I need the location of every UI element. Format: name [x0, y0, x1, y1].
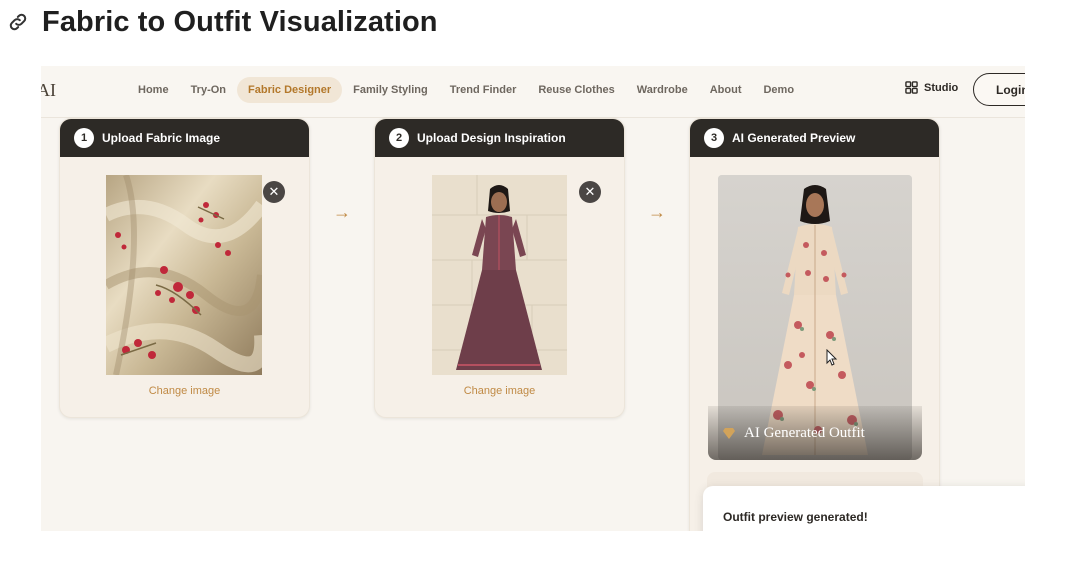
doc-heading: Fabric to Outfit Visualization: [4, 2, 438, 42]
step-card-preview: 3 AI Generated Preview AI Generated Outf…: [689, 118, 940, 531]
nav-link-about[interactable]: About: [699, 77, 753, 103]
nav-link-try-on[interactable]: Try-On: [180, 77, 237, 103]
app-screenshot: AI Home Try-On Fabric Designer Family St…: [41, 66, 1025, 531]
toast-notification: Outfit preview generated!: [703, 486, 1025, 531]
logo[interactable]: AI: [41, 80, 56, 101]
change-image-link[interactable]: Change image: [375, 385, 624, 397]
step-number: 1: [74, 128, 94, 148]
step-card-fabric: 1 Upload Fabric Image Change image: [59, 118, 310, 418]
step-header: 1 Upload Fabric Image: [60, 119, 309, 157]
nav-link-home[interactable]: Home: [127, 77, 180, 103]
toast-message: Outfit preview generated!: [723, 510, 868, 524]
step-title: Upload Design Inspiration: [417, 131, 566, 145]
nav-link-demo[interactable]: Demo: [752, 77, 805, 103]
page-title: Fabric to Outfit Visualization: [42, 5, 438, 38]
nav-link-family-styling[interactable]: Family Styling: [342, 77, 439, 103]
design-image[interactable]: [432, 175, 567, 375]
step-title: AI Generated Preview: [732, 131, 856, 145]
step-card-design: 2 Upload Design Inspiration Change image: [374, 118, 625, 418]
step-header: 2 Upload Design Inspiration: [375, 119, 624, 157]
overlay-label: AI Generated Outfit: [744, 424, 865, 441]
arrow-right-icon: →: [333, 202, 351, 222]
close-icon[interactable]: ✕: [263, 181, 285, 203]
link-icon[interactable]: [4, 8, 32, 36]
step-number: 2: [389, 128, 409, 148]
nav-link-fabric-designer[interactable]: Fabric Designer: [237, 77, 343, 103]
studio-button[interactable]: Studio: [905, 81, 958, 94]
arrow-right-icon: →: [648, 202, 666, 222]
login-button[interactable]: Login: [973, 73, 1025, 106]
nav-link-reuse-clothes[interactable]: Reuse Clothes: [527, 77, 625, 103]
step-title: Upload Fabric Image: [102, 131, 221, 145]
change-image-link[interactable]: Change image: [60, 385, 309, 397]
navbar: AI Home Try-On Fabric Designer Family St…: [41, 66, 1025, 118]
step-number: 3: [704, 128, 724, 148]
nav-links: Home Try-On Fabric Designer Family Styli…: [127, 76, 805, 104]
fabric-image[interactable]: [106, 175, 262, 375]
step-header: 3 AI Generated Preview: [690, 119, 939, 157]
close-icon[interactable]: ✕: [579, 181, 601, 203]
nav-link-wardrobe[interactable]: Wardrobe: [626, 77, 699, 103]
studio-label: Studio: [924, 81, 959, 94]
grid-icon: [905, 81, 918, 94]
gem-icon: [723, 428, 735, 439]
mouse-cursor: [826, 348, 838, 372]
nav-link-trend-finder[interactable]: Trend Finder: [439, 77, 528, 103]
outfit-overlay: AI Generated Outfit: [708, 406, 922, 460]
